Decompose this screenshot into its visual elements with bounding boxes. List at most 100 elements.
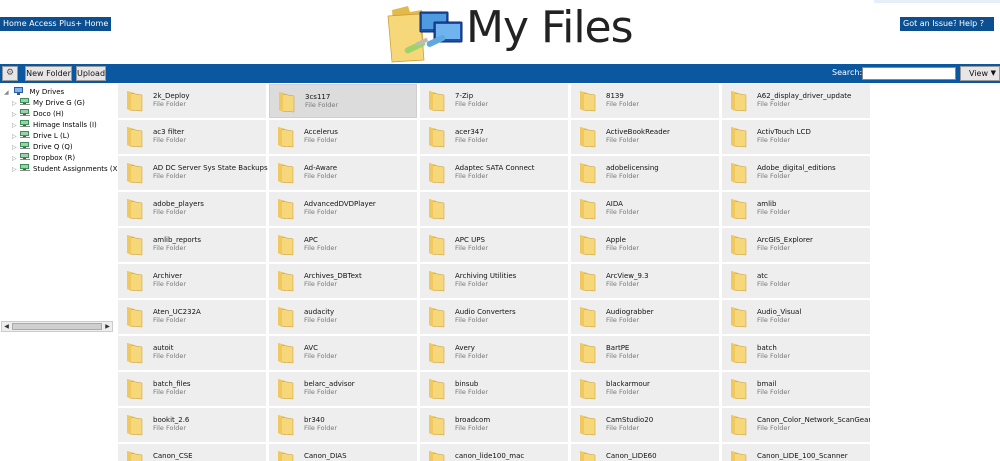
tree-root-my-drives[interactable]: ◢ My Drives — [4, 87, 64, 97]
tree-item[interactable]: ▷ Dropbox (R) — [12, 153, 75, 164]
file-tile[interactable]: A62_display_driver_update File Folder — [722, 84, 870, 118]
file-tile[interactable]: audacity File Folder — [269, 300, 417, 334]
new-folder-button[interactable]: New Folder — [25, 66, 72, 81]
folder-icon — [278, 307, 294, 328]
file-tile[interactable]: Adaptec SATA Connect File Folder — [420, 156, 568, 190]
file-tile[interactable]: bookit_2.6 File Folder — [118, 408, 266, 442]
file-name: br340 — [304, 416, 325, 424]
scroll-right-icon[interactable]: ▶ — [103, 322, 112, 331]
file-tile[interactable]: AVC File Folder — [269, 336, 417, 370]
upload-button[interactable]: Upload — [76, 66, 106, 81]
file-tile[interactable]: AIDA File Folder — [571, 192, 719, 226]
folder-icon — [731, 199, 747, 220]
file-tile[interactable]: Archiving Utilities File Folder — [420, 264, 568, 298]
file-tile[interactable]: 3cs117 File Folder — [269, 84, 417, 118]
file-tile[interactable]: ActivTouch LCD File Folder — [722, 120, 870, 154]
tree-item[interactable]: ▷ Student Assignments (X) — [12, 164, 120, 175]
tree-item[interactable]: ▷ Drive Q (Q) — [12, 142, 73, 153]
file-tile[interactable]: Adobe_digital_editions File Folder — [722, 156, 870, 190]
file-tile[interactable]: autoit File Folder — [118, 336, 266, 370]
file-tile[interactable]: APC UPS File Folder — [420, 228, 568, 262]
file-tile[interactable]: 2k_Deploy File Folder — [118, 84, 266, 118]
home-link[interactable]: Home Access Plus+ Home — [0, 17, 112, 31]
file-tile[interactable]: ActiveBookReader File Folder — [571, 120, 719, 154]
file-tile[interactable]: broadcom File Folder — [420, 408, 568, 442]
search-input[interactable] — [862, 67, 956, 80]
file-tile[interactable]: Archives_DBText File Folder — [269, 264, 417, 298]
expand-icon[interactable]: ▷ — [12, 153, 20, 164]
header: Home Access Plus+ Home My Files Got an I… — [0, 0, 1000, 64]
file-tile[interactable]: Archiver File Folder — [118, 264, 266, 298]
file-tile[interactable]: batch_files File Folder — [118, 372, 266, 406]
tree-item-label: My Drive G (G) — [33, 99, 85, 107]
expand-icon[interactable]: ▷ — [12, 142, 20, 153]
file-tile[interactable]: adobelicensing File Folder — [571, 156, 719, 190]
expand-icon[interactable]: ▷ — [12, 164, 20, 175]
file-tile[interactable]: BartPE File Folder — [571, 336, 719, 370]
file-tile[interactable]: binsub File Folder — [420, 372, 568, 406]
file-tile[interactable]: AdvancedDVDPlayer File Folder — [269, 192, 417, 226]
tree-item[interactable]: ▷ Doco (H) — [12, 109, 64, 120]
file-tile[interactable] — [420, 192, 568, 226]
scroll-thumb[interactable] — [12, 323, 102, 330]
file-tile[interactable]: batch File Folder — [722, 336, 870, 370]
file-name: Adaptec SATA Connect — [455, 164, 535, 172]
tree-item[interactable]: ▷ Himage Installs (I) — [12, 120, 97, 131]
file-tile[interactable]: AD DC Server Sys State Backups File Folde… — [118, 156, 268, 190]
view-dropdown[interactable]: View ▼ — [960, 66, 1000, 81]
expand-icon[interactable]: ▷ — [12, 131, 20, 142]
file-name: adobe_players — [153, 200, 204, 208]
file-tile[interactable]: Canon_LIDE_100_ScannerFile Folder — [722, 444, 870, 461]
file-tile[interactable]: atc File Folder — [722, 264, 870, 298]
file-name: BartPE — [606, 344, 630, 352]
tree-item[interactable]: ▷ My Drive G (G) — [12, 98, 85, 109]
file-tile[interactable]: Accelerus File Folder — [269, 120, 417, 154]
file-tile[interactable]: ac3 filter File Folder — [118, 120, 266, 154]
folder-icon — [731, 415, 747, 436]
file-tile[interactable]: amlib_reports File Folder — [118, 228, 266, 262]
file-tile[interactable]: Audio_Visual File Folder — [722, 300, 870, 334]
file-tile[interactable]: ArcGIS_Explorer File Folder — [722, 228, 870, 262]
file-tile[interactable]: canon_lide100_macFile Folder — [420, 444, 568, 461]
collapse-icon[interactable]: ◢ — [4, 88, 12, 98]
expand-icon[interactable]: ▷ — [12, 98, 20, 109]
file-type: File Folder — [606, 280, 640, 288]
file-tile[interactable]: 7-Zip File Folder — [420, 84, 568, 118]
file-tile[interactable]: acer347 File Folder — [420, 120, 568, 154]
file-tile[interactable]: Avery File Folder — [420, 336, 568, 370]
folder-icon — [731, 91, 747, 112]
file-tile[interactable]: Canon_Color_Network_ScanGear File Folder — [722, 408, 870, 442]
settings-gear-icon[interactable]: ⚙ — [2, 66, 18, 81]
file-tile[interactable]: Apple File Folder — [571, 228, 719, 262]
file-tile[interactable]: ArcView_9.3 File Folder — [571, 264, 719, 298]
got-an-issue-button[interactable]: Got an Issue? — [900, 17, 961, 31]
file-tile[interactable]: Audio Converters File Folder — [420, 300, 568, 334]
file-tile[interactable]: Audiograbber File Folder — [571, 300, 719, 334]
file-tile[interactable]: 8139 File Folder — [571, 84, 719, 118]
file-type: File Folder — [606, 208, 640, 216]
folder-icon — [127, 307, 143, 328]
sidebar-horizontal-scrollbar[interactable]: ◀ ▶ — [1, 321, 113, 332]
folder-icon — [278, 451, 294, 461]
tree-item[interactable]: ▷ Drive L (L) — [12, 131, 69, 142]
file-tile[interactable]: Canon_LIDE60File Folder — [571, 444, 719, 461]
file-tile[interactable]: Aten_UC232A File Folder — [118, 300, 266, 334]
file-tile[interactable]: CamStudio20 File Folder — [571, 408, 719, 442]
file-tile[interactable]: br340 File Folder — [269, 408, 417, 442]
help-button[interactable]: Help ? — [956, 17, 994, 31]
file-tile[interactable]: Canon_DIASFile Folder — [269, 444, 417, 461]
file-tile[interactable]: adobe_players File Folder — [118, 192, 266, 226]
file-tile[interactable]: bmail File Folder — [722, 372, 870, 406]
file-type: File Folder — [455, 100, 489, 108]
folder-icon — [429, 379, 445, 400]
file-type: File Folder — [153, 316, 187, 324]
file-tile[interactable]: blackarmour File Folder — [571, 372, 719, 406]
expand-icon[interactable]: ▷ — [12, 120, 20, 131]
expand-icon[interactable]: ▷ — [12, 109, 20, 120]
file-tile[interactable]: Ad-Aware File Folder — [269, 156, 417, 190]
file-tile[interactable]: belarc_advisor File Folder — [269, 372, 417, 406]
file-tile[interactable]: amlib File Folder — [722, 192, 870, 226]
file-tile[interactable]: APC File Folder — [269, 228, 417, 262]
scroll-left-icon[interactable]: ◀ — [2, 322, 11, 331]
file-tile[interactable]: Canon_CSEFile Folder — [118, 444, 266, 461]
